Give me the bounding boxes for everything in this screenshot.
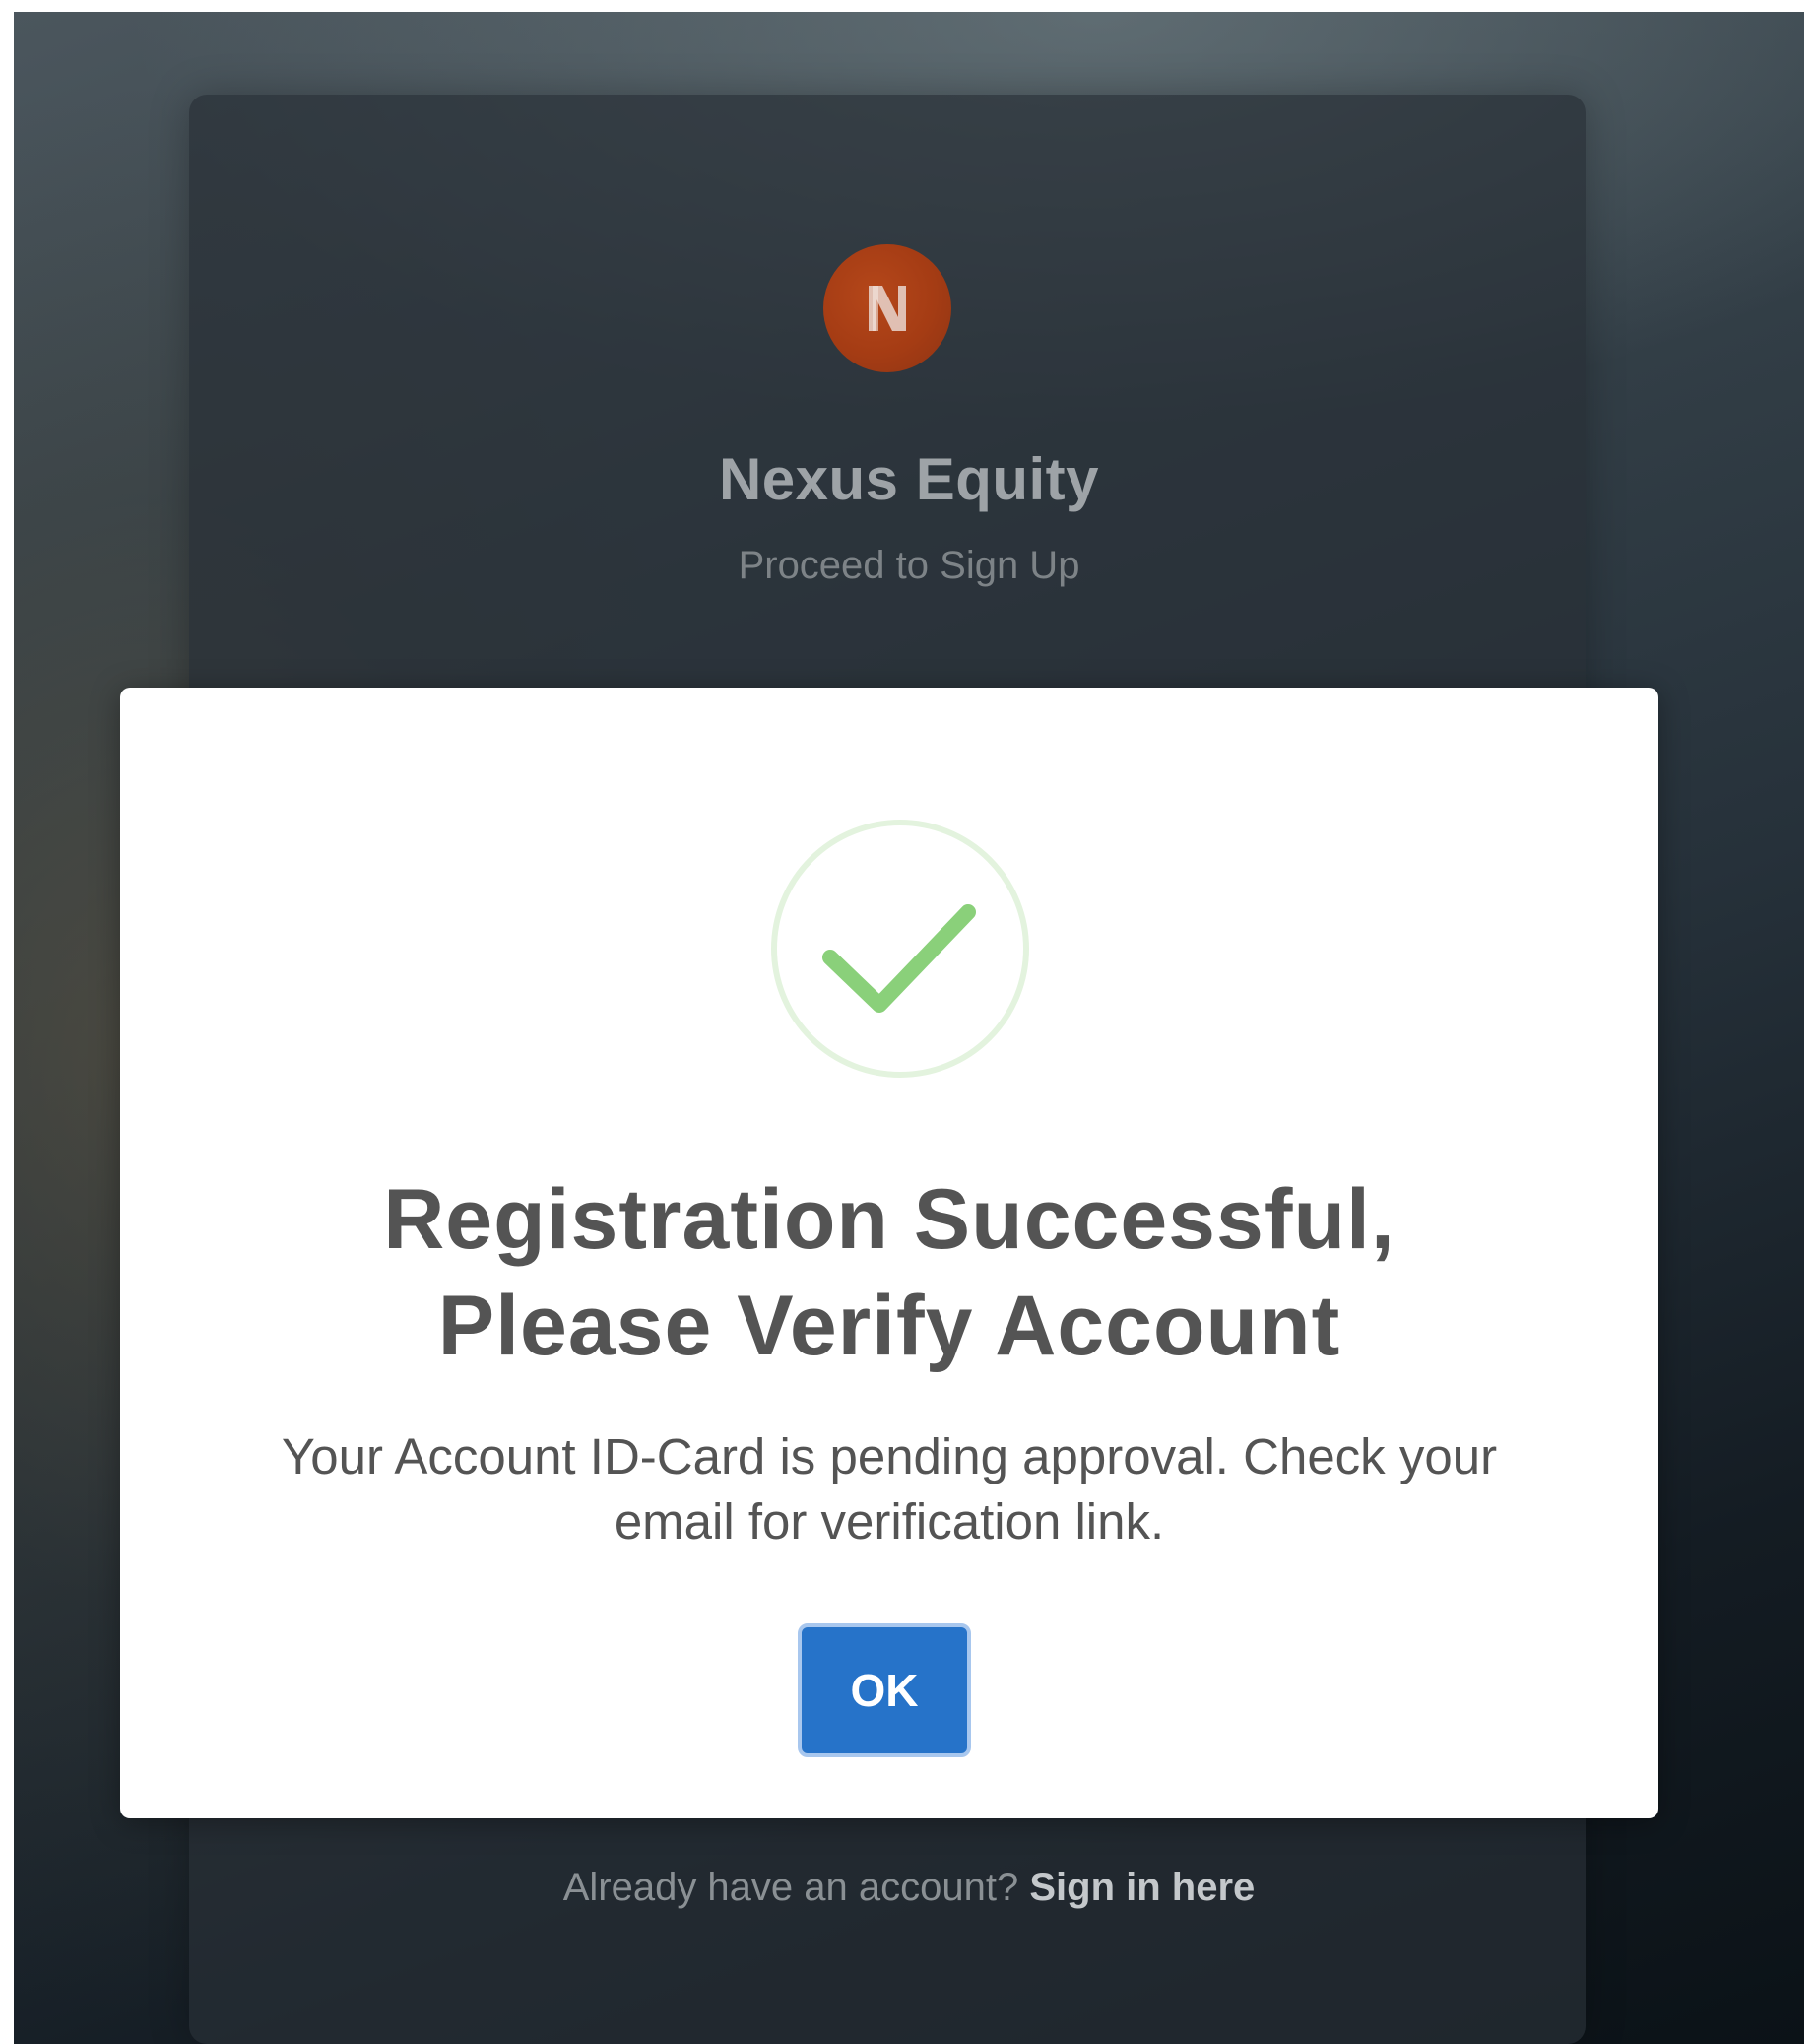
modal-message: Your Account ID-Card is pending approval…: [281, 1428, 1498, 1549]
signin-prompt-text: Already have an account?: [562, 1866, 1019, 1909]
check-icon: [771, 820, 1029, 1078]
brand-logo: [823, 244, 951, 372]
modal-title: Registration Successful, Please Verify A…: [179, 1166, 1599, 1379]
brand-name: Nexus Equity: [718, 446, 1100, 512]
signin-prompt: Already have an account? Sign in here: [14, 1866, 1804, 1910]
brand-subtitle: Proceed to Sign Up: [738, 544, 1080, 587]
ok-button[interactable]: OK: [798, 1623, 971, 1757]
signup-page: Nexus Equity Proceed to Sign Up Registra…: [14, 12, 1804, 2044]
nexus-n-logo-icon: [869, 286, 906, 331]
signin-link[interactable]: Sign in here: [1029, 1866, 1255, 1909]
modal-title-line-2: Please Verify Account: [437, 1279, 1341, 1373]
success-modal: Registration Successful, Please Verify A…: [120, 688, 1658, 1818]
modal-title-line-1: Registration Successful,: [383, 1172, 1395, 1267]
